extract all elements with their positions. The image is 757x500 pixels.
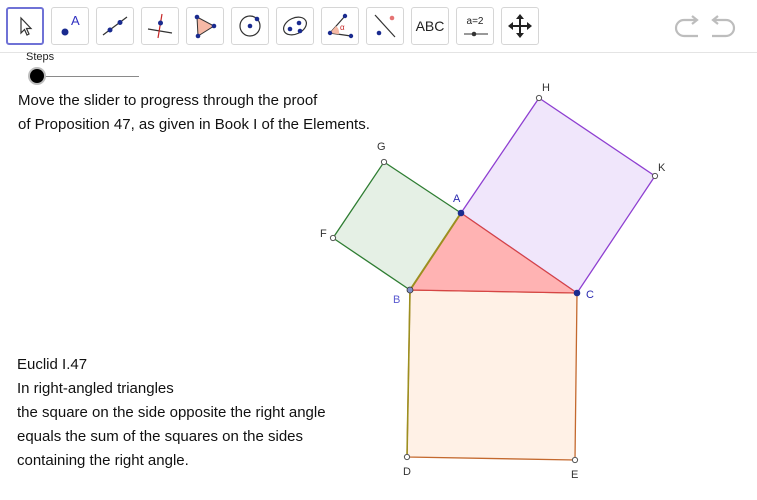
point-g[interactable] (380, 158, 388, 166)
point-d[interactable] (403, 453, 411, 461)
proposition-statement: Euclid I.47 In right-angled triangles th… (17, 353, 326, 473)
statement-title: Euclid I.47 (17, 356, 88, 373)
point-c[interactable] (573, 289, 581, 297)
point-e[interactable] (571, 456, 579, 464)
point-a[interactable] (457, 209, 465, 217)
label-e: E (571, 469, 578, 481)
point-h[interactable] (535, 94, 543, 102)
label-h: H (542, 82, 550, 94)
statement-line-2: the square on the side opposite the righ… (17, 404, 326, 421)
statement-line-4: containing the right angle. (17, 452, 189, 469)
statement-line-3: equals the sum of the squares on the sid… (17, 428, 304, 445)
label-b: B (393, 294, 400, 306)
label-a: A (453, 193, 461, 205)
label-c: C (586, 289, 594, 301)
label-g: G (377, 141, 386, 153)
label-d: D (403, 466, 411, 478)
point-k[interactable] (651, 172, 659, 180)
square-on-bc[interactable] (406, 289, 578, 461)
point-f[interactable] (329, 234, 337, 242)
statement-line-1: In right-angled triangles (17, 380, 174, 397)
label-k: K (658, 162, 666, 174)
label-f: F (320, 228, 327, 240)
point-b[interactable] (406, 286, 414, 294)
